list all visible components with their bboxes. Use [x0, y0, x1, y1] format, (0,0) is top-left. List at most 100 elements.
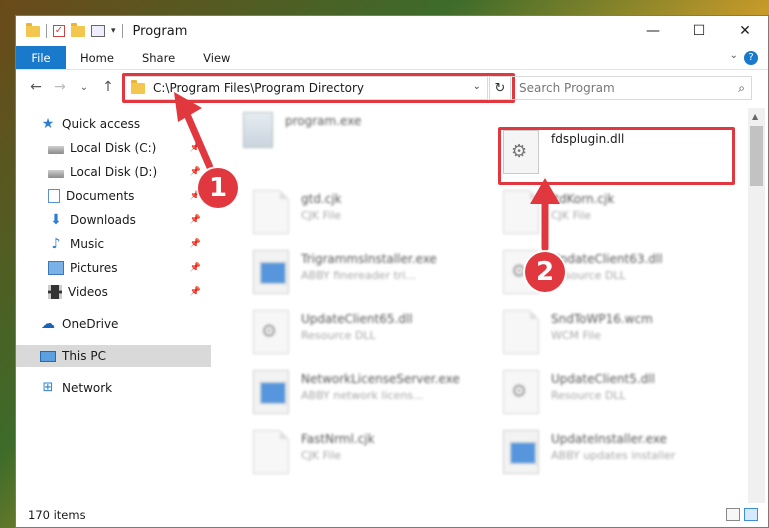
application-icon [253, 370, 289, 414]
sidebar-item-label: Documents [66, 189, 135, 203]
sidebar-item-this-pc[interactable]: This PC [16, 345, 211, 367]
file-item[interactable]: UpdateInstaller.exe ABBY updates installe… [503, 430, 733, 482]
sidebar-item-local-disk-d[interactable]: Local Disk (D:) 📌 [16, 161, 211, 183]
file-name: UpdateInstaller.exe [551, 432, 667, 446]
minimize-button[interactable]: — [630, 16, 676, 46]
file-name: UpdateClient5.dll [551, 372, 655, 386]
sidebar-item-local-disk-c[interactable]: Local Disk (C:) 📌 [16, 137, 211, 159]
file-name: program.exe [285, 114, 362, 128]
sidebar-item-documents[interactable]: Documents 📌 [16, 185, 211, 207]
navigation-bar: ← → ⌄ ↑ C:\Program Files\Program Directo… [16, 70, 768, 104]
customize-toolbar-dropdown-icon[interactable]: ▾ [111, 26, 116, 36]
file-item[interactable]: TrigrammsInstaller.exe ABBY finereader tr… [253, 250, 483, 302]
file-list: program.exe ⚙ fdsplugin.dll gtd.cjk CJK F… [213, 108, 748, 503]
window-controls: — ☐ ✕ [630, 16, 768, 46]
file-name: UpdateClient65.dll [301, 312, 413, 326]
file-item[interactable]: FastNrml.cjk CJK File [253, 430, 483, 482]
application-icon [503, 430, 539, 474]
sidebar-item-music[interactable]: ♪ Music 📌 [16, 233, 211, 255]
pin-icon[interactable]: 📌 [190, 143, 201, 153]
file-icon [503, 190, 539, 234]
navigation-pane: ★ Quick access Local Disk (C:) 📌 Local D… [16, 108, 211, 503]
sidebar-item-label: Quick access [62, 117, 141, 131]
tab-home[interactable]: Home [66, 46, 128, 69]
large-icons-view-icon[interactable] [744, 508, 758, 521]
disk-icon [48, 169, 64, 178]
view-toggle [726, 508, 758, 521]
sidebar-item-network[interactable]: ⊞ Network [16, 377, 211, 399]
back-arrow-icon[interactable]: ← [24, 79, 48, 95]
close-button[interactable]: ✕ [722, 16, 768, 46]
pin-icon[interactable]: 📌 [190, 263, 201, 273]
item-count: 170 items [28, 508, 86, 522]
sidebar-item-quick-access[interactable]: ★ Quick access [16, 113, 211, 135]
up-arrow-icon[interactable]: ↑ [96, 79, 120, 95]
expand-ribbon-icon[interactable]: ⌄ [730, 50, 738, 61]
sidebar-item-label: Network [62, 381, 113, 395]
application-icon [243, 112, 273, 148]
sidebar-item-pictures[interactable]: Pictures 📌 [16, 257, 211, 279]
pin-icon[interactable]: 📌 [190, 215, 201, 225]
disk-icon [48, 145, 64, 154]
vertical-scrollbar[interactable]: ▲ [748, 108, 765, 503]
scroll-up-icon[interactable]: ▲ [752, 112, 758, 121]
file-item[interactable]: ⚙ UpdateClient5.dll Resource DLL [503, 370, 733, 422]
cloud-icon: ☁ [41, 316, 55, 332]
pictures-icon [48, 261, 64, 275]
file-type: ABBY finereader tri... [301, 269, 416, 282]
file-name: FastNrml.cjk [301, 432, 375, 446]
sidebar-item-label: Videos [68, 285, 108, 299]
file-type: Resource DLL [551, 269, 626, 282]
sidebar-item-label: This PC [62, 349, 106, 363]
file-item[interactable]: SndToWP16.wcm WCM File [503, 310, 733, 362]
file-item[interactable]: ⚙ UpdateClient65.dll Resource DLL [253, 310, 483, 362]
sidebar-item-label: Local Disk (D:) [70, 165, 158, 179]
pin-icon[interactable]: 📌 [190, 239, 201, 249]
search-placeholder[interactable]: Search Program [519, 81, 615, 95]
dll-file-icon: ⚙ [253, 310, 289, 354]
file-item[interactable]: NetworkLicenseServer.exe ABBY network lic… [253, 370, 483, 422]
help-icon[interactable]: ? [744, 51, 758, 65]
dll-file-icon: ⚙ [503, 370, 539, 414]
scroll-thumb[interactable] [750, 126, 763, 186]
sidebar-item-label: Downloads [70, 213, 136, 227]
toolbar-separator [46, 24, 47, 38]
details-view-icon[interactable] [726, 508, 740, 521]
videos-icon [48, 285, 62, 299]
computer-icon [40, 350, 56, 362]
sidebar-item-onedrive[interactable]: ☁ OneDrive [16, 313, 211, 335]
file-name: gtd.cjk [301, 192, 342, 206]
document-icon [48, 189, 60, 203]
folder-icon[interactable] [26, 22, 40, 37]
window-title: Program [132, 23, 188, 39]
pin-icon[interactable]: 📌 [190, 287, 201, 297]
file-type: CJK File [301, 449, 342, 462]
star-icon: ★ [41, 116, 55, 132]
forward-arrow-icon[interactable]: → [48, 79, 72, 95]
properties-check-icon[interactable]: ✓ [53, 25, 65, 37]
properties-icon[interactable] [91, 25, 105, 37]
tab-share[interactable]: Share [128, 46, 189, 69]
maximize-button[interactable]: ☐ [676, 16, 722, 46]
sidebar-item-downloads[interactable]: ⬇ Downloads 📌 [16, 209, 211, 231]
file-item[interactable]: ltdKorn.cjk CJK File [503, 190, 733, 242]
recent-locations-dropdown-icon[interactable]: ⌄ [72, 82, 96, 93]
sidebar-item-videos[interactable]: Videos 📌 [16, 281, 211, 303]
tab-view[interactable]: View [189, 46, 244, 69]
file-name: NetworkLicenseServer.exe [301, 372, 460, 386]
file-item[interactable]: gtd.cjk CJK File [253, 190, 483, 242]
network-icon: ⊞ [42, 380, 54, 395]
file-type: CJK File [301, 209, 342, 222]
file-icon [503, 310, 539, 354]
tab-file[interactable]: File [16, 46, 66, 69]
file-type: Resource DLL [301, 329, 376, 342]
file-item-program-exe[interactable]: program.exe [243, 112, 473, 164]
search-box[interactable]: Search Program ⌕ [510, 76, 752, 100]
file-name: UpdateClient63.dll [551, 252, 663, 266]
gear-icon: ⚙ [511, 381, 528, 402]
file-type: WCM File [551, 329, 601, 342]
pin-icon[interactable]: 📌 [190, 167, 201, 177]
search-icon[interactable]: ⌕ [738, 81, 745, 96]
new-folder-icon[interactable] [71, 22, 85, 37]
title-bar: ✓ ▾ Program — ☐ ✕ [16, 16, 768, 46]
